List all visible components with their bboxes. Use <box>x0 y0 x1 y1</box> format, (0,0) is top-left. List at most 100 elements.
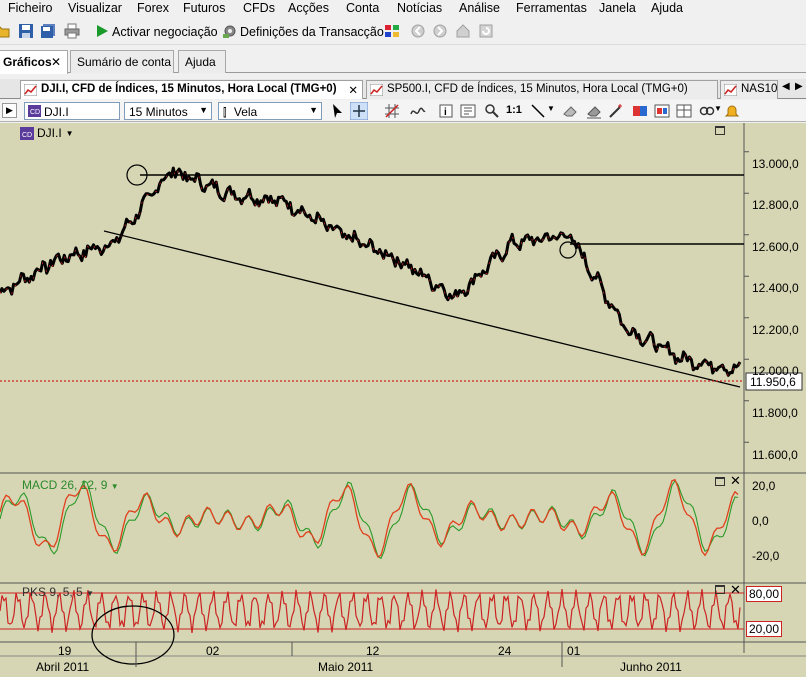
chart-tab-nas100-label: NAS100 <box>741 83 778 95</box>
tab-scroll-left-icon[interactable]: ◀ <box>782 81 790 92</box>
print-icon[interactable] <box>64 23 80 39</box>
menu-ajuda[interactable]: Ajuda <box>651 1 683 15</box>
zoom-reset-icon[interactable]: 1:1 <box>506 104 522 116</box>
eraser-icon[interactable] <box>562 103 578 119</box>
maximize-pane-icon[interactable] <box>715 477 725 486</box>
period-select[interactable]: 15 Minutos ▼ <box>124 102 212 120</box>
symbol-input[interactable]: CD DJI.I <box>24 102 120 120</box>
menu-bar: Ficheiro Visualizar Forex Futuros CFDs A… <box>0 0 806 18</box>
bell-icon[interactable] <box>724 103 740 119</box>
menu-futuros[interactable]: Futuros <box>183 1 225 15</box>
zoom-icon[interactable] <box>484 103 500 119</box>
menu-noticias[interactable]: Notícias <box>397 1 442 15</box>
menu-janela[interactable]: Janela <box>599 1 636 15</box>
palette-icon[interactable] <box>384 23 400 39</box>
indicator-icon[interactable] <box>410 103 426 119</box>
chart-tab-dji[interactable]: DJI.I, CFD de Índices, 15 Minutos, Hora … <box>20 80 363 99</box>
forward-icon[interactable] <box>432 23 448 39</box>
dropdown-arrow-icon: ▼ <box>199 105 208 115</box>
collapse-arrow-icon[interactable]: ▶ <box>2 103 17 118</box>
price-tick-label: 11.800,0 <box>752 406 798 420</box>
tab-ajuda[interactable]: Ajuda <box>178 50 226 73</box>
pks-tick-label: 20,00 <box>746 621 783 637</box>
macd-tick-label: 20,0 <box>752 479 776 493</box>
dropdown-arrow-icon[interactable]: ▼ <box>714 104 722 113</box>
tab-sumario-de-conta[interactable]: Sumário de conta <box>70 50 174 73</box>
price-pane-label[interactable]: CD DJI.I ▼ <box>20 126 74 140</box>
dropdown-arrow-icon: ▼ <box>110 482 119 491</box>
chart-type-select[interactable]: ⫿ Vela ▼ <box>218 102 322 120</box>
price-tick-label: 12.600,0 <box>752 240 799 254</box>
chart-tab-nas100[interactable]: NAS100 <box>720 80 778 99</box>
trend-line <box>103 230 741 388</box>
menu-ficheiro[interactable]: Ficheiro <box>8 1 52 15</box>
main-tabs: Gráficos ✕ Sumário de conta Ajuda <box>0 47 806 74</box>
macd-signal-line <box>0 479 739 560</box>
macd-label-text: MACD 26, 12, 9 <box>22 478 108 492</box>
tab-graficos-label: Gráficos <box>3 55 52 69</box>
save-all-icon[interactable] <box>40 23 56 39</box>
dropdown-arrow-icon[interactable]: ▼ <box>547 104 555 113</box>
chart-icon <box>724 84 737 96</box>
close-pane-icon[interactable]: ✕ <box>730 473 741 489</box>
symbol-icon: CD <box>20 126 34 140</box>
menu-accoes[interactable]: Acções <box>288 1 329 15</box>
peak-circle-2 <box>559 241 577 259</box>
grid-icon[interactable] <box>384 103 400 119</box>
transaction-settings-button[interactable]: Definições da Transacção <box>240 25 384 39</box>
pks-pane-label[interactable]: PKS 9, 5, 5 ▼ <box>22 585 94 599</box>
price-tick-label: 11.600,0 <box>752 448 798 462</box>
close-icon[interactable]: ✕ <box>348 83 358 97</box>
month-label: Junho 2011 <box>620 660 682 674</box>
menu-cfds[interactable]: CFDs <box>243 1 275 15</box>
macd-tick-label: 0,0 <box>752 514 769 528</box>
eraser-all-icon[interactable] <box>586 103 602 119</box>
price-tick-label: 13.000,0 <box>752 157 799 171</box>
play-icon[interactable] <box>94 23 110 39</box>
info-icon[interactable]: i <box>438 103 454 119</box>
buy-sell-icon[interactable] <box>632 103 648 119</box>
chart-tab-sp500[interactable]: SP500.I, CFD de Índices, 15 Minutos, Hor… <box>366 80 718 99</box>
tab-graficos[interactable]: Gráficos ✕ <box>0 50 68 74</box>
chart-tab-sp500-label: SP500.I, CFD de Índices, 15 Minutos, Hor… <box>387 83 688 95</box>
date-tick-label: 02 <box>206 644 220 658</box>
tab-scroll-right-icon[interactable]: ▶ <box>795 81 803 92</box>
order-icon[interactable] <box>654 103 670 119</box>
refresh-icon[interactable] <box>478 23 494 39</box>
back-icon[interactable] <box>410 23 426 39</box>
line-tool-icon[interactable] <box>530 103 546 119</box>
settings-gear-icon[interactable] <box>222 23 238 39</box>
chart-icon <box>24 84 37 96</box>
save-icon[interactable] <box>18 23 34 39</box>
maximize-pane-icon[interactable] <box>715 585 725 594</box>
month-label: Abril 2011 <box>36 660 90 674</box>
symbol-value: DJI.I <box>44 105 69 119</box>
layout-icon[interactable] <box>676 103 692 119</box>
close-pane-icon[interactable]: ✕ <box>730 582 741 598</box>
link-icon[interactable] <box>699 103 715 119</box>
svg-text:CD: CD <box>30 109 40 116</box>
price-chart[interactable] <box>0 123 806 677</box>
menu-ferramentas[interactable]: Ferramentas <box>516 1 587 15</box>
symbol-icon: CD <box>28 105 41 117</box>
price-tick-label: 12.800,0 <box>752 198 799 212</box>
menu-visualizar[interactable]: Visualizar <box>68 1 122 15</box>
template-icon[interactable] <box>460 103 476 119</box>
cursor-icon[interactable] <box>330 103 346 119</box>
menu-forex[interactable]: Forex <box>137 1 169 15</box>
menu-analise[interactable]: Análise <box>459 1 500 15</box>
dropdown-arrow-icon: ▼ <box>65 128 74 138</box>
close-icon[interactable]: ✕ <box>51 55 61 69</box>
folder-icon[interactable] <box>0 23 10 39</box>
activate-trading-button[interactable]: Activar negociação <box>112 25 218 39</box>
maximize-pane-icon[interactable] <box>715 126 725 135</box>
macd-pane-label[interactable]: MACD 26, 12, 9 ▼ <box>22 478 119 492</box>
home-icon[interactable] <box>455 23 471 39</box>
price-series-line <box>0 166 742 377</box>
crosshair-icon[interactable] <box>350 102 368 120</box>
menu-conta[interactable]: Conta <box>346 1 379 15</box>
month-label: Maio 2011 <box>318 660 374 674</box>
magic-wand-icon[interactable] <box>608 103 624 119</box>
chart-tab-dji-label: DJI.I, CFD de Índices, 15 Minutos, Hora … <box>41 83 337 95</box>
chart-icon <box>370 84 383 96</box>
